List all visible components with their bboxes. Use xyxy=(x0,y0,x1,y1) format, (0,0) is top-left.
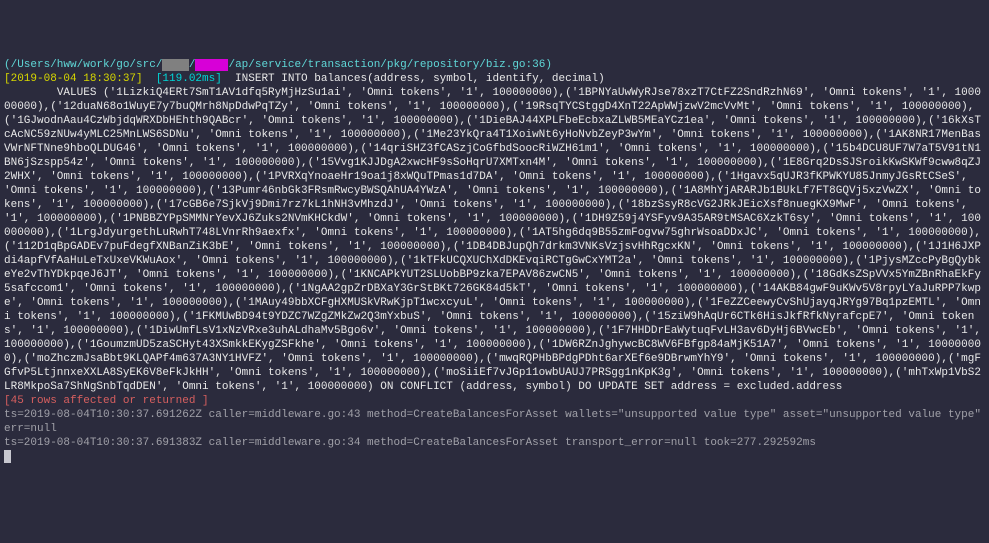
sql-values-body: VALUES ('1LizkiQ4ERt7SmT1AV1dfq5RyMjHzSu… xyxy=(4,87,988,393)
log-timestamp: [2019-08-04 18:30:37] xyxy=(4,73,143,85)
redacted-segment-2 xyxy=(195,59,228,71)
log-line-2: ts=2019-08-04T10:30:37.691383Z caller=mi… xyxy=(4,437,816,449)
terminal-cursor xyxy=(4,450,11,463)
redacted-segment-1 xyxy=(162,59,188,71)
source-path-suffix: /ap/service/transaction/pkg/repository/b… xyxy=(228,59,551,71)
source-path-prefix: (/Users/hww/work/go/src/ xyxy=(4,59,162,71)
log-line-1: ts=2019-08-04T10:30:37.691262Z caller=mi… xyxy=(4,409,988,435)
sql-insert-head: INSERT INTO balances(address, symbol, id… xyxy=(222,73,605,85)
rows-affected: [45 rows affected or returned ] xyxy=(4,395,209,407)
query-duration: [119.02ms] xyxy=(156,73,222,85)
terminal-output[interactable]: (/Users/hww/work/go/src/ / /ap/service/t… xyxy=(4,58,985,464)
